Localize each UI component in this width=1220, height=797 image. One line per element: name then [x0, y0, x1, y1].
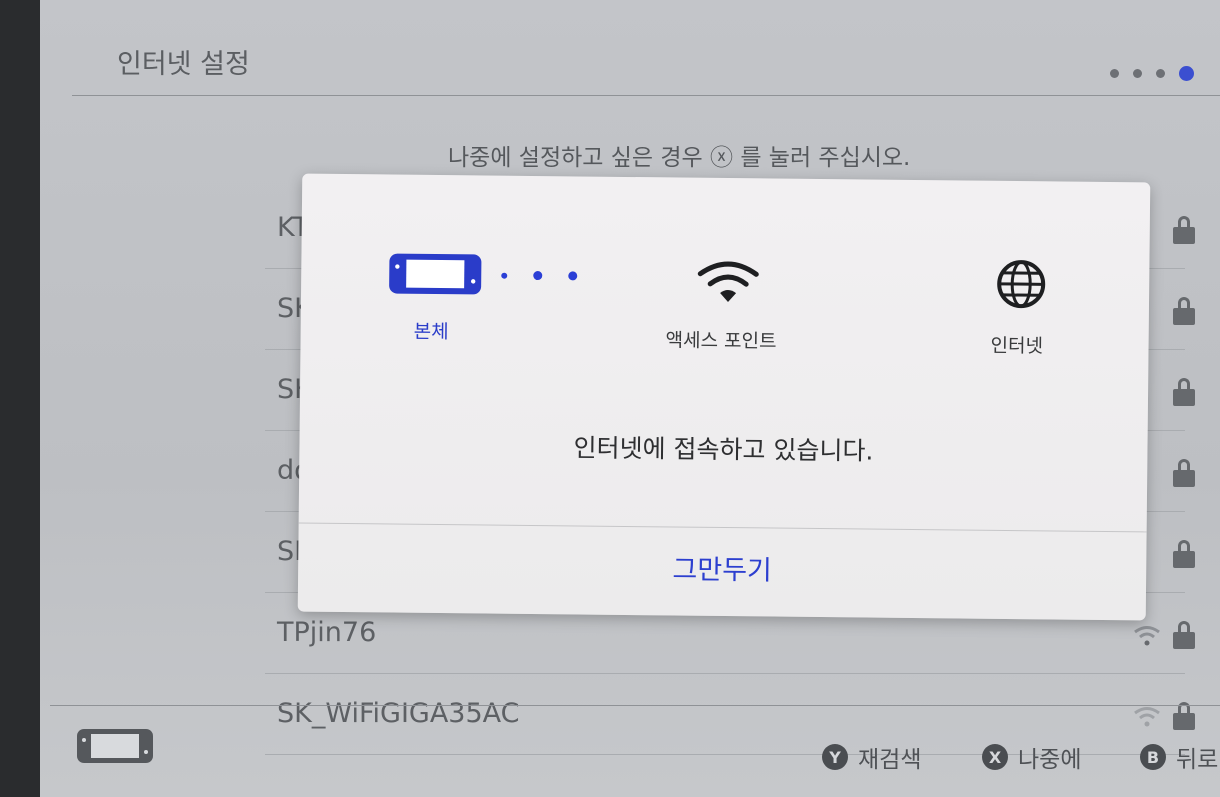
console-icon: [77, 729, 153, 763]
network-name: SK_WiFiGIGA35AC: [277, 698, 520, 729]
page-dot: [1133, 69, 1142, 78]
wifi-icon: [697, 261, 759, 303]
page-dot-active: [1179, 66, 1194, 81]
later-label: 나중에: [1018, 747, 1082, 773]
wifi-signal-icon: [1134, 707, 1160, 727]
lock-icon: [1173, 540, 1195, 568]
back-button[interactable]: B 뒤로: [1140, 740, 1218, 774]
connection-dialog: 본체 액세스 포인트 인터넷 인터넷에 접속하고 있습니다. 그만두기: [297, 173, 1151, 621]
footer-divider: [50, 705, 1220, 706]
hint-text: 나중에 설정하고 싶은 경우 ⓧ 를 눌러 주십시오.: [448, 145, 911, 171]
status-message: 인터넷에 접속하고 있습니다.: [573, 433, 874, 466]
header-divider: [72, 95, 1220, 96]
internet-label: 인터넷: [990, 334, 1044, 358]
globe-icon: [997, 260, 1046, 309]
network-name: TPjin76: [277, 617, 377, 648]
page-indicator: [1110, 66, 1194, 81]
back-label: 뒤로: [1176, 747, 1219, 773]
x-button-icon: X: [982, 744, 1008, 770]
rescan-button[interactable]: Y 재검색: [822, 740, 921, 774]
console-label: 본체: [413, 320, 449, 344]
rescan-label: 재검색: [858, 747, 922, 773]
page-dot: [1110, 69, 1119, 78]
y-button-icon: Y: [822, 744, 848, 770]
progress-dot: [568, 271, 578, 281]
lock-icon: [1173, 297, 1195, 325]
console-icon: [389, 253, 482, 295]
progress-dots: [501, 270, 578, 281]
lock-icon: [1173, 216, 1195, 244]
wifi-signal-icon: [1134, 626, 1160, 646]
progress-dot: [501, 272, 508, 279]
lock-icon: [1173, 378, 1195, 406]
page-title: 인터넷 설정: [117, 49, 250, 80]
b-button-icon: B: [1140, 744, 1166, 770]
progress-dot: [533, 270, 543, 281]
access-point-label: 액세스 포인트: [665, 329, 777, 353]
later-button[interactable]: X 나중에: [982, 740, 1081, 774]
lock-icon: [1173, 702, 1195, 730]
lock-icon: [1173, 459, 1195, 487]
lock-icon: [1173, 621, 1195, 649]
dialog-divider: [298, 522, 1147, 533]
page-dot: [1156, 69, 1165, 78]
cancel-button[interactable]: 그만두기: [298, 544, 1146, 592]
